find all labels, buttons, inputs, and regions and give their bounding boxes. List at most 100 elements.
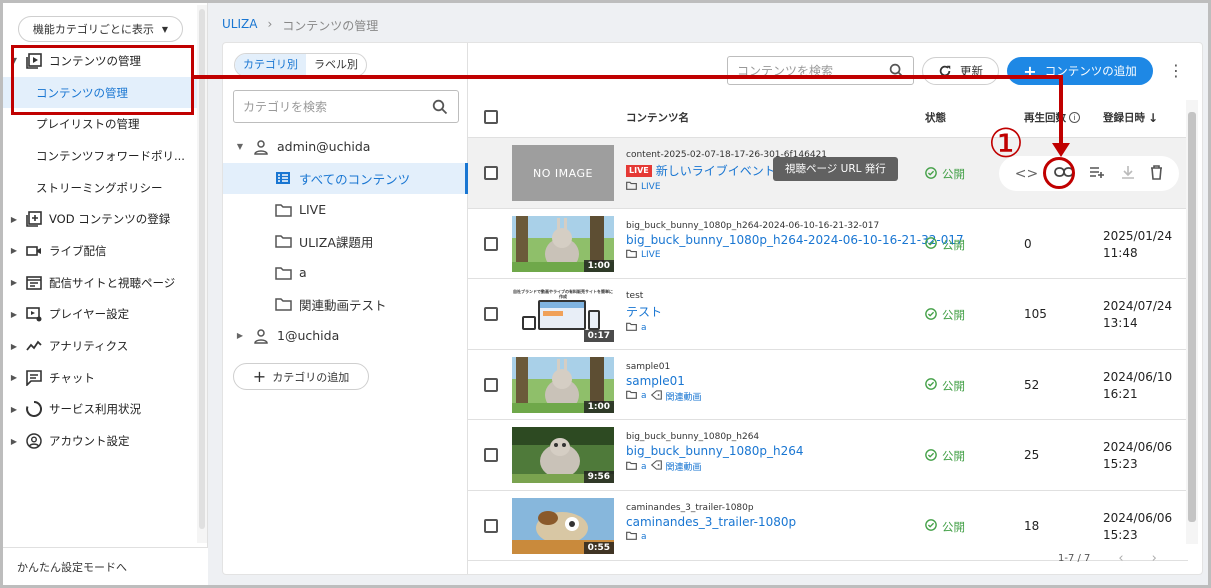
table-row[interactable]: 9:56 big_buck_bunny_1080p_h264 big_buck_bu… [468,420,1188,491]
live-badge: LIVE [626,164,652,177]
folder-label[interactable]: a [641,532,647,542]
account-icon [25,433,43,449]
thumbnail[interactable]: 1:00 [512,356,614,413]
header-date[interactable]: 登録日時 ↓ [1103,110,1158,125]
playlist-add-icon[interactable] [1089,166,1105,181]
page-range: 1-7 / 7 [1058,553,1091,564]
category-tree-item[interactable]: 関連動画テスト [223,289,468,321]
sidebar-item[interactable]: ▶ 配信サイトと視聴ページ [3,267,197,299]
header-plays[interactable]: 再生回数 i [1024,110,1080,125]
sidebar-item[interactable]: コンテンツフォワードポリ... [3,140,197,172]
tag-label[interactable]: 関連動画 [666,460,702,473]
folder-label[interactable]: a [641,462,647,472]
breadcrumb-home[interactable]: ULIZA [222,17,257,34]
web-page-icon [25,275,43,291]
row-checkbox[interactable] [484,377,498,392]
analytics-icon [25,338,43,354]
folder-label[interactable]: LIVE [641,250,661,260]
info-icon[interactable]: i [1069,112,1080,123]
folder-label[interactable]: a [641,323,647,333]
sidebar-item[interactable]: ▶ プレイヤー設定 [3,299,197,331]
content-name-link[interactable]: テスト [626,303,916,320]
content-name-link[interactable]: caminandes_3_trailer-1080p [626,515,916,529]
thumbnail[interactable]: NO IMAGE [512,145,614,201]
category-tree-item[interactable]: LIVE [223,194,468,226]
add-category-button[interactable]: + カテゴリの追加 [233,363,369,390]
category-tree-item[interactable]: ULIZA課題用 [223,226,468,258]
user-icon [251,328,271,344]
play-count: 105 [1024,307,1047,321]
table-row[interactable]: 自社ブランドで動画やライブの有料販売サイトを簡単に作成 0:17 test テスト a 公… [468,279,1188,350]
content-name-link[interactable]: big_buck_bunny_1080p_h264 [626,444,916,458]
sidebar-item[interactable]: ▶ アナリティクス [3,330,197,362]
tag-label[interactable]: 関連動画 [666,390,702,403]
table-row[interactable]: 1:00 sample01 sample01 a 関連動画 公開 52 2024/06/10 1… [468,350,1188,420]
breadcrumb: ULIZA › コンテンツの管理 [222,17,378,34]
sidebar-item[interactable]: ▶ チャット [3,362,197,394]
folder-label[interactable]: a [641,391,647,401]
status-label: 公開 [942,449,965,463]
caret-right-icon[interactable]: ▶ [233,331,247,340]
easy-mode-link[interactable]: かんたん設定モードへ [3,547,208,585]
embed-code-icon[interactable]: <> [1015,166,1038,182]
add-content-button[interactable]: + コンテンツの追加 [1007,57,1153,85]
content-search-input[interactable]: コンテンツを検索 [727,56,914,85]
caret-right-icon[interactable]: ▶ [3,373,25,382]
more-vert-icon[interactable]: ⋮ [1168,60,1184,82]
function-category-button[interactable]: 機能カテゴリごとに表示 ▼ [18,16,183,42]
caret-right-icon[interactable]: ▶ [3,342,25,351]
sidebar-scrollbar[interactable] [197,5,207,543]
caret-right-icon[interactable]: ▶ [3,278,25,287]
sidebar-item[interactable]: ▶ アカウント設定 [3,425,197,457]
table-scroll-thumb[interactable] [1188,112,1196,522]
thumbnail[interactable]: 自社ブランドで動画やライブの有料販売サイトを簡単に作成 0:17 [512,286,614,342]
row-checkbox[interactable] [484,307,498,321]
duration-badge: 9:56 [583,471,614,483]
sidebar-item[interactable]: ▶ ライブ配信 [3,235,197,267]
next-page-icon[interactable]: › [1152,551,1157,566]
download-icon[interactable] [1121,165,1135,182]
caret-right-icon[interactable]: ▶ [3,246,25,255]
tab-label[interactable]: ラベル別 [306,54,366,76]
category-search-input[interactable]: カテゴリを検索 [233,90,459,123]
tab-category[interactable]: カテゴリ別 [235,54,306,76]
category-tree-item[interactable]: a [223,257,468,289]
header-status[interactable]: 状態 [925,110,946,125]
prev-page-icon[interactable]: ‹ [1118,551,1123,566]
search-icon[interactable] [432,99,448,115]
status-badge: 公開 [925,519,965,535]
caret-right-icon[interactable]: ▶ [3,215,25,224]
sidebar-scroll-thumb[interactable] [199,9,205,529]
breadcrumb-separator: › [267,17,273,31]
delete-icon[interactable] [1150,164,1163,183]
row-checkbox[interactable] [484,166,498,180]
sidebar-item[interactable]: ▶ VOD コンテンツの登録 [3,203,197,235]
caret-right-icon[interactable]: ▶ [3,405,25,414]
row-checkbox[interactable] [484,448,498,462]
content-name-link[interactable]: sample01 [626,374,916,388]
content-name-link[interactable]: big_buck_bunny_1080p_h264-2024-06-10-16-… [626,233,964,247]
check-circle-icon [925,166,937,182]
folder-icon [273,203,293,217]
caret-right-icon[interactable]: ▶ [3,310,25,319]
sidebar-item[interactable]: ▶ サービス利用状況 [3,394,197,426]
category-tree-item[interactable]: すべてのコンテンツ [223,162,468,194]
category-tree-label: LIVE [299,202,327,218]
sidebar-item[interactable]: ストリーミングポリシー [3,172,197,204]
thumbnail[interactable]: 0:55 [512,497,614,554]
thumbnail[interactable]: 9:56 [512,427,614,483]
row-checkbox[interactable] [484,236,498,251]
caret-right-icon[interactable]: ▶ [3,437,25,446]
select-all-checkbox[interactable] [484,110,498,124]
category-tree-item[interactable]: ▶ 1@uchida [223,320,468,352]
caret-down-icon[interactable]: ▼ [233,142,247,151]
category-tree: ▼ admin@uchida すべてのコンテンツ LIVE ULIZA課題用 a 関連動画テ… [223,131,468,352]
row-checkbox[interactable] [484,518,498,533]
refresh-button[interactable]: 更新 [922,57,999,85]
category-tree-item[interactable]: ▼ admin@uchida [223,131,468,163]
table-scrollbar[interactable] [1186,100,1198,544]
thumbnail[interactable]: 1:00 [512,215,614,272]
folder-label[interactable]: LIVE [641,182,661,192]
table-row[interactable]: 1:00 big_buck_bunny_1080p_h264-2024-06-10… [468,209,1188,279]
header-name[interactable]: コンテンツ名 [626,110,689,125]
